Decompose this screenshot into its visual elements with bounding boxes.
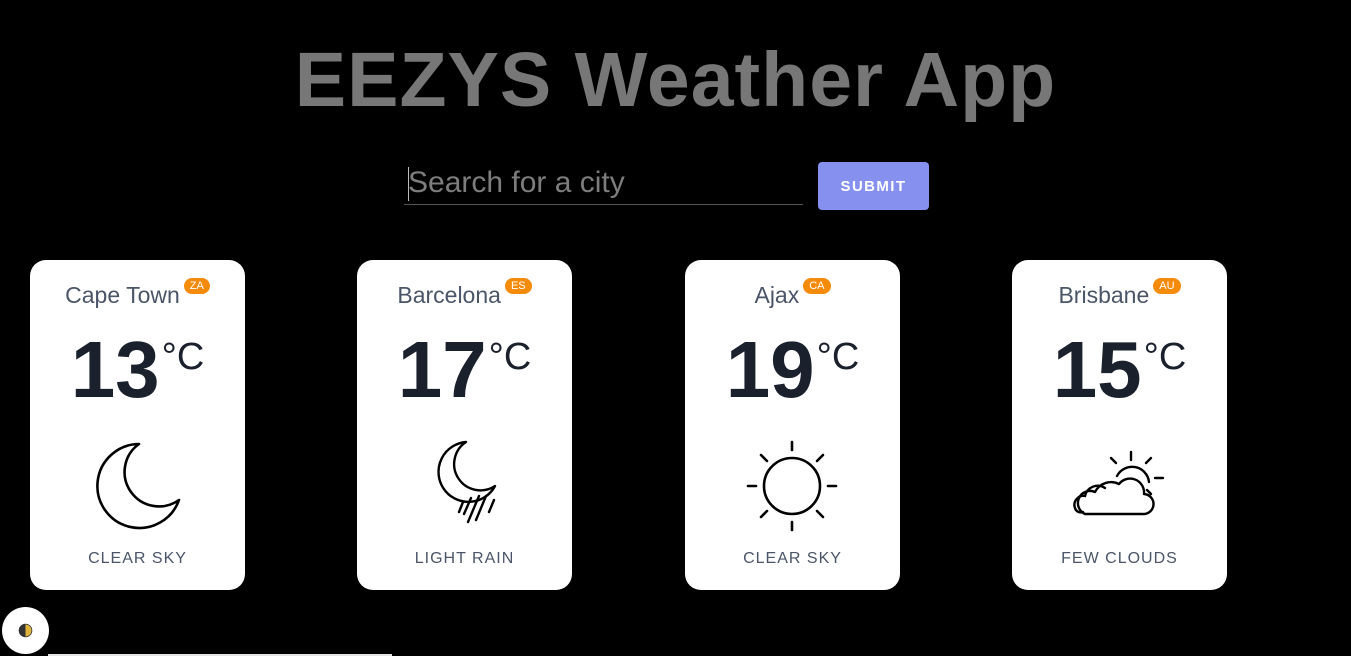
temperature-unit: °C xyxy=(816,336,860,378)
country-badge: ES xyxy=(504,277,532,294)
temperature-unit: °C xyxy=(488,336,532,378)
temperature: 17°C xyxy=(357,330,572,410)
sun-icon xyxy=(742,436,842,536)
weather-card-barcelona: Barcelona ES 17°C LIGHT RAIN xyxy=(357,260,572,590)
temperature: 13°C xyxy=(30,330,245,410)
text-caret xyxy=(408,167,409,201)
weather-card-cape-town: Cape Town ZA 13°C CLEAR SKY xyxy=(30,260,245,590)
temperature-value: 19 xyxy=(725,325,815,414)
city-line: Cape Town ZA xyxy=(30,277,245,309)
weather-description: CLEAR SKY xyxy=(88,550,187,567)
city-name: Cape Town xyxy=(65,282,180,308)
app-title: EEZYS Weather App xyxy=(294,37,1057,123)
search-form: SUBMIT xyxy=(404,162,934,210)
weather-description: LIGHT RAIN xyxy=(414,550,515,567)
half-moon-icon xyxy=(18,623,33,638)
moon-rain-icon xyxy=(414,436,514,536)
weather-card-ajax: Ajax CA 19°C CLEAR SKY xyxy=(685,260,900,590)
temperature-value: 17 xyxy=(397,325,487,414)
temperature-value: 15 xyxy=(1052,325,1142,414)
city-name: Brisbane xyxy=(1058,282,1150,308)
city-line: Barcelona ES xyxy=(357,277,572,309)
weather-card-brisbane: Brisbane AU 15°C FEW CLOUDS xyxy=(1012,260,1227,590)
weather-description: CLEAR SKY xyxy=(743,550,842,567)
country-badge: CA xyxy=(803,277,831,294)
country-badge: ZA xyxy=(183,277,210,294)
country-badge: AU xyxy=(1153,277,1181,294)
weather-app-page: EEZYS Weather App SUBMIT Cape TownZA 13°… xyxy=(0,0,1351,656)
theme-toggle-button[interactable] xyxy=(2,607,49,654)
temperature-unit: °C xyxy=(161,336,205,378)
city-name: Barcelona xyxy=(397,282,501,308)
moon-icon xyxy=(87,436,187,536)
city-line: Brisbane AU xyxy=(1012,277,1227,309)
city-search-input[interactable] xyxy=(404,162,803,205)
submit-button[interactable]: SUBMIT xyxy=(818,162,929,210)
city-line: Ajax CA xyxy=(685,277,900,309)
temperature: 15°C xyxy=(1012,330,1227,410)
city-name: Ajax xyxy=(754,282,800,308)
temperature-unit: °C xyxy=(1143,336,1187,378)
temperature: 19°C xyxy=(685,330,900,410)
sun-cloud-icon xyxy=(1069,436,1169,536)
temperature-value: 13 xyxy=(70,325,160,414)
weather-description: FEW CLOUDS xyxy=(1061,550,1178,567)
